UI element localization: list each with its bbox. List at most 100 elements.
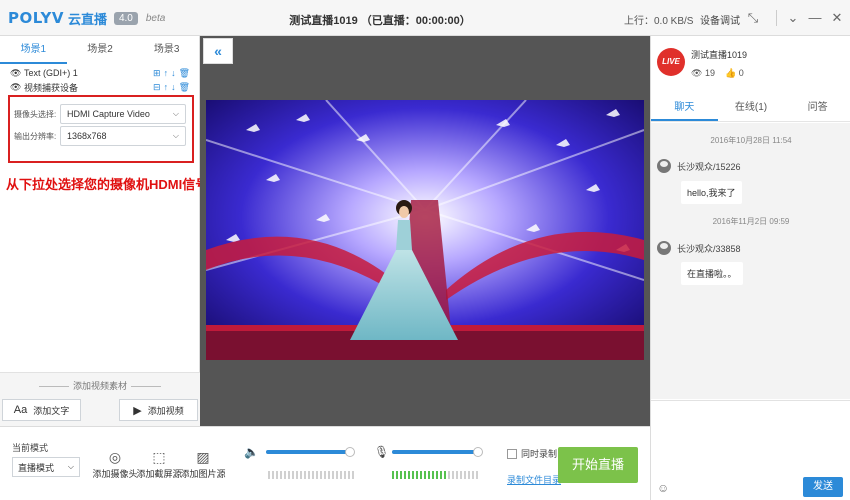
arrow-down-icon[interactable]: ↓: [171, 82, 176, 93]
control-bar: 当前模式 直播模式 ⌵ ◎ 添加摄像头 ⬚ 添加截屏源 ▨ 添加图片源 🔈 🎙: [0, 426, 650, 500]
channel-stats: 👁 19 👍 0: [691, 68, 744, 79]
add-camera-button[interactable]: ◎ 添加摄像头: [92, 449, 138, 480]
arrow-up-icon[interactable]: ↑: [164, 82, 169, 93]
message-username: 长沙观众/33858: [677, 243, 741, 254]
chevron-down-icon[interactable]: ⌄: [784, 9, 802, 27]
collapse-icon[interactable]: ⊟: [153, 82, 161, 93]
speaker-volume-knob[interactable]: [344, 447, 355, 457]
tab-scene-2[interactable]: 场景2: [67, 36, 134, 64]
add-text-button[interactable]: Aa 添加文字: [2, 399, 81, 421]
add-screen-button[interactable]: ⬚ 添加截屏源: [136, 449, 182, 480]
record-directory-link[interactable]: 录制文件目录: [507, 473, 561, 486]
meter-segment: [280, 471, 282, 479]
meter-segment: [416, 471, 418, 479]
send-button[interactable]: 发送: [803, 477, 843, 497]
speaker-volume-fill: [266, 450, 350, 454]
meter-segment: [400, 471, 402, 479]
trash-icon[interactable]: 🗑: [179, 68, 190, 79]
mode-label: 当前模式: [12, 443, 49, 453]
upload-speed: 上行：0.0 KB/S: [624, 16, 694, 27]
tab-online[interactable]: 在线(1): [718, 94, 785, 121]
add-video-label: 添加视频: [147, 405, 184, 416]
meter-segment: [412, 471, 414, 479]
meter-segment: [352, 471, 354, 479]
layer-item[interactable]: 👁 视频捕获设备 ⊟ ↑ ↓ 🗑: [10, 80, 190, 94]
message-username: 长沙观众/15226: [677, 161, 741, 172]
meter-segment: [324, 471, 326, 479]
collapse-panel-button[interactable]: «: [203, 38, 233, 64]
emoji-icon[interactable]: ☺: [657, 481, 669, 495]
meter-segment: [336, 471, 338, 479]
add-source-area: 添加视频素材 Aa 添加文字 ▶ 添加视频: [0, 372, 200, 426]
meter-segment: [468, 471, 470, 479]
message-bubble: hello,我来了: [681, 181, 742, 204]
tab-scene-1[interactable]: 场景1: [0, 36, 67, 64]
meter-segment: [436, 471, 438, 479]
layer-item[interactable]: 👁 Text (GDI+) 1 ⊞ ↑ ↓ 🗑: [10, 66, 190, 80]
record-label: 同时录制: [521, 449, 558, 459]
video-preview: [206, 100, 644, 360]
avatar: [657, 241, 671, 255]
meter-segment: [344, 471, 346, 479]
speaker-icon[interactable]: 🔈: [244, 445, 259, 459]
message-timestamp: 2016年11月2日 09:59: [712, 217, 790, 226]
record-toggle[interactable]: 同时录制: [507, 447, 557, 460]
likes-stat: 👍 0: [725, 68, 744, 79]
mode-select[interactable]: 直播模式 ⌵: [12, 457, 80, 477]
record-checkbox[interactable]: [507, 448, 517, 459]
meter-segment: [312, 471, 314, 479]
add-camera-label: 添加摄像头: [92, 469, 138, 479]
mic-volume-fill: [392, 450, 478, 454]
meter-segment: [316, 471, 318, 479]
eye-icon[interactable]: 👁: [10, 82, 24, 93]
trash-icon[interactable]: 🗑: [179, 82, 190, 93]
device-settings-button[interactable]: 设备调试: [700, 12, 740, 27]
meter-segment: [272, 471, 274, 479]
speaker-level-meter: [268, 471, 354, 479]
instruction-tip: 从下拉处选择您的摄像机HDMI信号源: [6, 177, 222, 192]
chevron-down-icon: ⌵: [67, 462, 74, 471]
microphone-icon[interactable]: 🎙: [374, 445, 389, 459]
collapse-window-icon[interactable]: ⤡: [744, 9, 762, 27]
mic-volume-slider[interactable]: [392, 447, 483, 457]
meter-segment: [464, 471, 466, 479]
meter-segment: [320, 471, 322, 479]
meter-segment: [456, 471, 458, 479]
titlebar-divider: [776, 10, 777, 26]
meter-segment: [396, 471, 398, 479]
edit-icon[interactable]: ⊞: [153, 68, 161, 79]
message-user: 长沙观众/15226: [657, 159, 741, 173]
start-live-button[interactable]: 开始直播: [558, 447, 638, 483]
likes-count: 0: [738, 68, 744, 78]
tab-qa[interactable]: 问答: [784, 94, 850, 121]
close-icon[interactable]: ✕: [828, 9, 846, 27]
camera-icon: ◎: [108, 449, 122, 465]
tab-scene-3[interactable]: 场景3: [133, 36, 200, 64]
message-user: 长沙观众/33858: [657, 241, 741, 255]
speaker-volume-slider[interactable]: [266, 447, 355, 457]
meter-segment: [448, 471, 450, 479]
add-image-button[interactable]: ▨ 添加图片源: [180, 449, 226, 480]
meter-segment: [284, 471, 286, 479]
tab-chat[interactable]: 聊天: [651, 94, 718, 121]
meter-segment: [424, 471, 426, 479]
meter-segment: [440, 471, 442, 479]
meter-segment: [276, 471, 278, 479]
add-screen-label: 添加截屏源: [136, 469, 182, 479]
chat-input-area[interactable]: ☺ 发送: [651, 400, 850, 500]
arrow-up-icon[interactable]: ↑: [164, 68, 169, 79]
arrow-down-icon[interactable]: ↓: [171, 68, 176, 79]
mic-volume-knob[interactable]: [472, 447, 483, 457]
image-icon: ▨: [196, 449, 210, 465]
meter-segment: [408, 471, 410, 479]
eye-icon[interactable]: 👁: [10, 68, 24, 79]
thumbs-up-icon: 👍: [724, 68, 737, 78]
meter-segment: [460, 471, 462, 479]
minimize-icon[interactable]: —: [806, 9, 824, 27]
layer-name: 视频捕获设备: [24, 82, 79, 93]
add-video-button[interactable]: ▶ 添加视频: [119, 399, 198, 421]
meter-segment: [476, 471, 478, 479]
eye-icon: 👁: [691, 68, 703, 78]
scene-panel: 场景1 场景2 场景3 👁 Text (GDI+) 1 ⊞ ↑ ↓ 🗑 👁 视频…: [0, 36, 221, 426]
video-icon: ▶: [133, 404, 142, 417]
